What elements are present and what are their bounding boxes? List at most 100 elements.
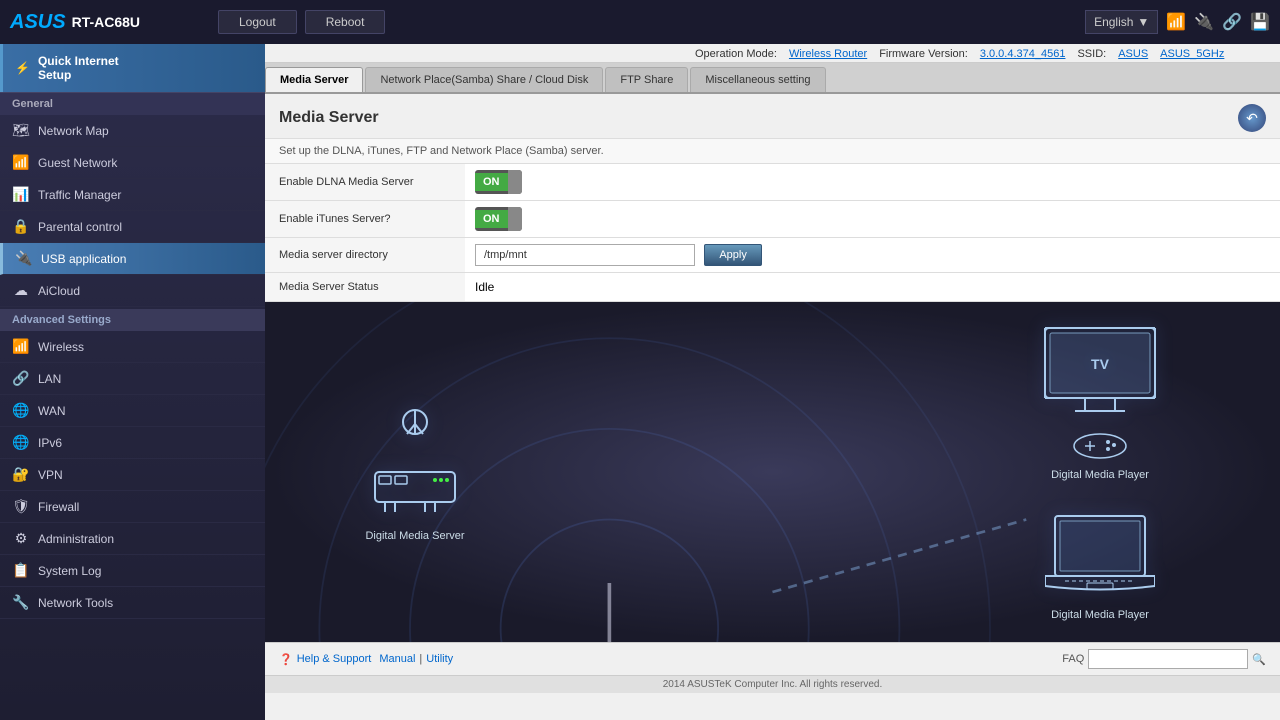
network-tools-icon: 🔧 [12, 594, 30, 611]
sidebar-item-label: LAN [38, 372, 61, 386]
sidebar-item-system-log[interactable]: 📋 System Log [0, 555, 265, 587]
faq-label: FAQ [1062, 653, 1084, 665]
sidebar-item-parental-control[interactable]: 🔒 Parental control [0, 211, 265, 243]
faq-search-input[interactable] [1088, 649, 1248, 669]
sidebar-item-network-map[interactable]: 🗺 Network Map [0, 115, 265, 147]
vpn-icon: 🔐 [12, 466, 30, 483]
directory-label: Media server directory [265, 238, 465, 273]
itunes-toggle[interactable]: ON [475, 207, 522, 231]
storage-icon: 💾 [1250, 12, 1270, 32]
ssid-label: SSID: [1077, 48, 1106, 60]
firmware-value[interactable]: 3.0.0.4.374_4561 [980, 48, 1066, 60]
footer-search: FAQ 🔍 [1062, 649, 1266, 669]
directory-row: Media server directory Apply [265, 238, 1280, 273]
manual-link[interactable]: Manual [379, 653, 415, 665]
sidebar-item-label: Traffic Manager [38, 188, 121, 202]
sidebar-item-label: VPN [38, 468, 63, 482]
sidebar-item-label: USB application [41, 252, 126, 266]
sidebar-item-label: Firewall [38, 500, 79, 514]
logout-button[interactable]: Logout [218, 10, 297, 34]
sidebar-item-label: AiCloud [38, 284, 80, 298]
status-value: Idle [465, 273, 1280, 302]
dlna-toggle-slider [508, 170, 522, 194]
reboot-button[interactable]: Reboot [305, 10, 386, 34]
help-icon: ❓ [279, 653, 293, 666]
dlna-toggle[interactable]: ON [475, 170, 522, 194]
page-description: Set up the DLNA, iTunes, FTP and Network… [265, 139, 1280, 164]
tab-network-place[interactable]: Network Place(Samba) Share / Cloud Disk [365, 67, 603, 92]
directory-value: Apply [465, 238, 1280, 273]
sidebar-item-administration[interactable]: ⚙ Administration [0, 523, 265, 555]
tab-misc-setting[interactable]: Miscellaneous setting [690, 67, 825, 92]
usb-icon: 🔌 [1194, 12, 1214, 32]
administration-icon: ⚙ [12, 530, 30, 547]
itunes-toggle-slider [508, 207, 522, 231]
sidebar-item-label: Network Map [38, 124, 109, 138]
parental-control-icon: 🔒 [12, 218, 30, 235]
quick-setup-label: Quick InternetSetup [38, 54, 119, 82]
general-section-title: General [0, 92, 265, 115]
ssid-value2[interactable]: ASUS_5GHz [1160, 48, 1224, 60]
media-player-tv: TV [1040, 323, 1160, 481]
sidebar-item-guest-network[interactable]: 📶 Guest Network [0, 147, 265, 179]
sidebar-item-label: Administration [38, 532, 114, 546]
dlna-value: ON [465, 164, 1280, 201]
sidebar-item-network-tools[interactable]: 🔧 Network Tools [0, 587, 265, 619]
media-player-laptop: Digital Media Player [1040, 511, 1160, 621]
chevron-down-icon: ▼ [1137, 15, 1149, 29]
media-player-laptop-label: Digital Media Player [1051, 609, 1149, 621]
page-header: Media Server ↶ [265, 94, 1280, 139]
status-label: Media Server Status [265, 273, 465, 302]
server-device-label: Digital Media Server [365, 530, 464, 542]
help-support-link[interactable]: Help & Support [297, 653, 372, 665]
sidebar-item-traffic-manager[interactable]: 📊 Traffic Manager [0, 179, 265, 211]
search-icon[interactable]: 🔍 [1252, 653, 1266, 666]
utility-link[interactable]: Utility [426, 653, 453, 665]
quick-setup-icon: ⚡ [15, 61, 30, 75]
ssid-value1[interactable]: ASUS [1118, 48, 1148, 60]
tab-ftp-share[interactable]: FTP Share [605, 67, 688, 92]
sidebar-item-wireless[interactable]: 📶 Wireless [0, 331, 265, 363]
sidebar-item-vpn[interactable]: 🔐 VPN [0, 459, 265, 491]
model-name: RT-AC68U [72, 14, 140, 30]
sidebar-item-firewall[interactable]: 🛡 Firewall [0, 491, 265, 523]
sidebar-item-label: Parental control [38, 220, 122, 234]
network-map-icon: 🗺 [12, 122, 30, 139]
sidebar-item-label: WAN [38, 404, 66, 418]
operation-mode-value[interactable]: Wireless Router [789, 48, 867, 60]
signal-icon: 📶 [1166, 12, 1186, 32]
topbar-icons: 📶 🔌 🔗 💾 [1166, 12, 1270, 32]
usb-application-icon: 🔌 [15, 250, 33, 267]
apply-button[interactable]: Apply [704, 244, 762, 266]
itunes-row: Enable iTunes Server? ON [265, 201, 1280, 238]
media-player-tv-label: Digital Media Player [1051, 469, 1149, 481]
lan-icon: 🔗 [12, 370, 30, 387]
guest-network-icon: 📶 [12, 154, 30, 171]
sidebar-item-wan[interactable]: 🌐 WAN [0, 395, 265, 427]
advanced-section-title: Advanced Settings [0, 309, 265, 331]
page-title: Media Server [279, 109, 379, 127]
quick-internet-setup[interactable]: ⚡ Quick InternetSetup [0, 44, 265, 92]
copyright: 2014 ASUSTeK Computer Inc. All rights re… [265, 675, 1280, 693]
sidebar-item-ipv6[interactable]: 🌐 IPv6 [0, 427, 265, 459]
sidebar-item-label: IPv6 [38, 436, 62, 450]
media-illustration: Digital Media Server TV [265, 302, 1280, 642]
logo-area: ASUS RT-AC68U [10, 11, 210, 34]
sidebar-item-label: System Log [38, 564, 101, 578]
operation-mode-label: Operation Mode: [695, 48, 777, 60]
directory-input[interactable] [475, 244, 695, 266]
settings-form: Enable DLNA Media Server ON Enable iTune… [265, 164, 1280, 302]
wan-icon: 🌐 [12, 402, 30, 419]
sidebar-item-usb-application[interactable]: 🔌 USB application [0, 243, 265, 275]
sidebar-item-aicloud[interactable]: ☁ AiCloud [0, 275, 265, 307]
system-log-icon: 📋 [12, 562, 30, 579]
asus-logo: ASUS [10, 11, 66, 34]
back-button[interactable]: ↶ [1238, 104, 1266, 132]
tab-media-server[interactable]: Media Server [265, 67, 363, 92]
aicloud-icon: ☁ [12, 282, 30, 299]
dlna-label: Enable DLNA Media Server [265, 164, 465, 201]
infobar: Operation Mode: Wireless Router Firmware… [265, 44, 1280, 63]
sidebar-item-lan[interactable]: 🔗 LAN [0, 363, 265, 395]
sidebar-item-label: Network Tools [38, 596, 113, 610]
language-selector[interactable]: English ▼ [1085, 10, 1158, 34]
